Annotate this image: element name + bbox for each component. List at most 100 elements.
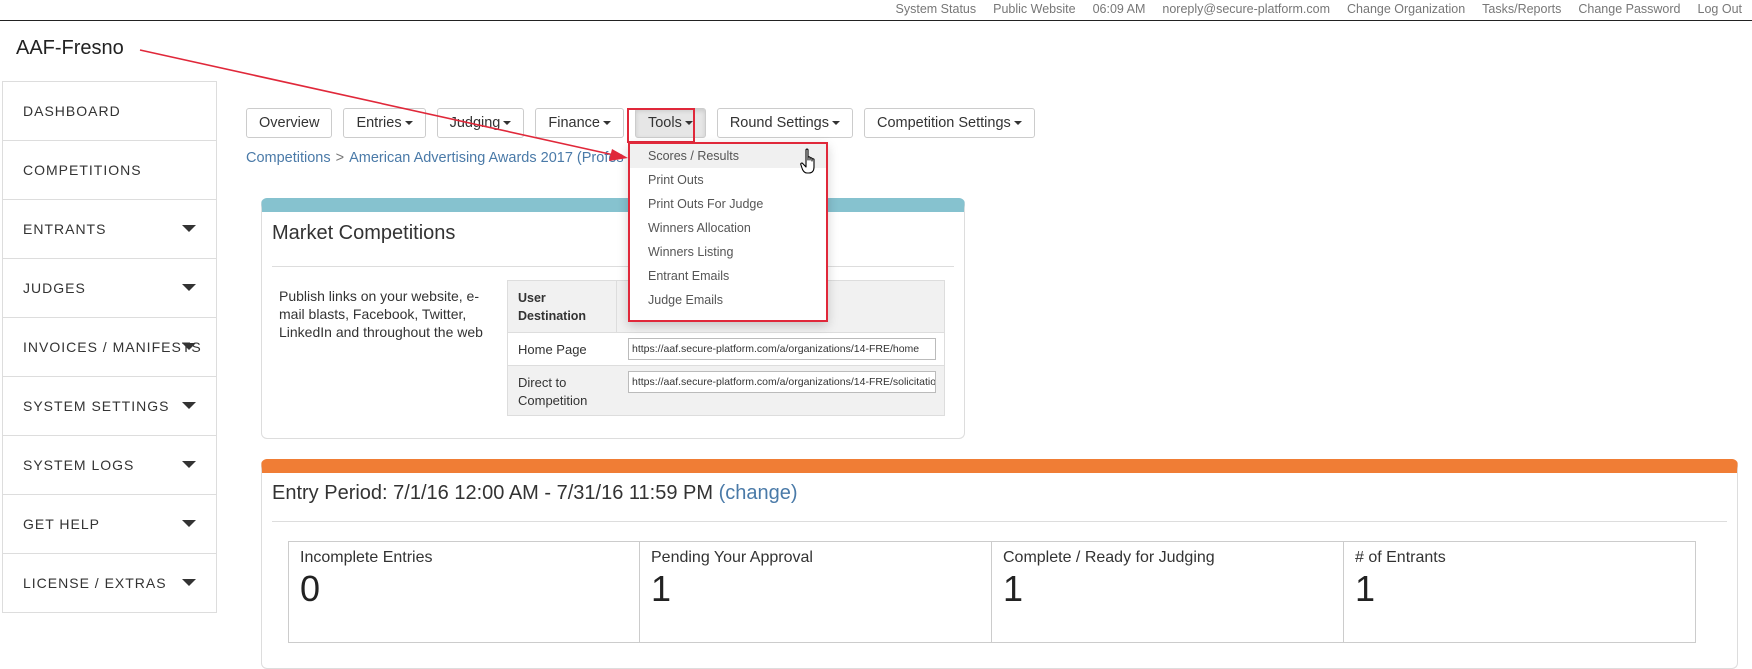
tab-label: Finance: [548, 115, 600, 131]
sidebar-item-competitions[interactable]: COMPETITIONS: [3, 141, 216, 200]
tab-label: Judging: [449, 115, 501, 131]
caret-down-icon: [182, 461, 196, 468]
caret-down-icon: [182, 225, 196, 232]
hand-cursor-icon: [800, 148, 815, 174]
menu-item-judge-emails[interactable]: Judge Emails: [630, 288, 826, 312]
entry-period-title: Entry Period: 7/1/16 12:00 AM - 7/31/16 …: [272, 482, 798, 505]
sidebar-item-license-extras[interactable]: LICENSE / EXTRAS: [3, 554, 216, 612]
breadcrumb: Competitions > American Advertising Awards…: [246, 150, 624, 166]
stat-number-of-entrants[interactable]: # of Entrants 1: [1344, 541, 1696, 643]
market-description: Publish links on your website, e-mail bl…: [279, 288, 483, 340]
menu-item-winners-allocation[interactable]: Winners Allocation: [630, 216, 826, 240]
stat-complete-ready[interactable]: Complete / Ready for Judging 1: [992, 541, 1344, 643]
breadcrumb-root-link[interactable]: Competitions: [246, 150, 331, 166]
divider: [272, 266, 954, 267]
caret-down-icon: [503, 121, 512, 125]
sidebar-item-get-help[interactable]: GET HELP: [3, 495, 216, 554]
sidebar-item-system-logs[interactable]: SYSTEM LOGS: [3, 436, 216, 495]
sidebar-item-label: GET HELP: [23, 516, 100, 532]
caret-down-icon: [182, 284, 196, 291]
tab-tools[interactable]: Tools: [634, 108, 706, 138]
clock-text: 06:09 AM: [1092, 2, 1146, 16]
home-page-url-field[interactable]: https://aaf.secure-platform.com/a/organi…: [628, 338, 936, 360]
tab-round-settings[interactable]: Round Settings: [716, 108, 853, 138]
stat-label: Pending Your Approval: [651, 549, 813, 566]
stat-value: 0: [300, 568, 321, 609]
stat-incomplete-entries[interactable]: Incomplete Entries 0: [288, 541, 640, 643]
tab-entries[interactable]: Entries: [343, 108, 426, 138]
change-organization-link[interactable]: Change Organization: [1347, 2, 1465, 16]
menu-item-scores-results[interactable]: Scores / Results: [630, 144, 826, 168]
column-header-user-destination: User Destination: [518, 291, 587, 323]
change-entry-period-link[interactable]: (change): [719, 482, 798, 504]
market-title: Market Competitions: [272, 222, 456, 244]
sidebar-item-label: SYSTEM LOGS: [23, 457, 135, 473]
sidebar-item-label: JUDGES: [23, 280, 86, 296]
caret-down-icon: [602, 121, 611, 125]
row-label: Direct to Competition: [518, 375, 588, 408]
change-password-link[interactable]: Change Password: [1578, 2, 1680, 16]
competition-url-field[interactable]: https://aaf.secure-platform.com/a/organi…: [628, 371, 936, 393]
user-email-link[interactable]: noreply@secure-platform.com: [1162, 2, 1330, 16]
stat-label: Complete / Ready for Judging: [1003, 549, 1215, 566]
table-row: Home Page https://aaf.secure-platform.co…: [508, 333, 944, 366]
sidebar-item-dashboard[interactable]: DASHBOARD: [3, 82, 216, 141]
breadcrumb-separator: >: [335, 150, 345, 166]
sidebar-item-label: LICENSE / EXTRAS: [23, 575, 167, 591]
entry-stats: Incomplete Entries 0 Pending Your Approv…: [288, 541, 1696, 643]
tools-dropdown-menu: Scores / Results Print Outs Print Outs F…: [628, 142, 828, 322]
breadcrumb-current-link[interactable]: American Advertising Awards 2017 (Profes: [349, 150, 624, 166]
organization-title: AAF-Fresno: [16, 37, 124, 59]
sidebar: DASHBOARD COMPETITIONS ENTRANTS JUDGES I…: [2, 81, 217, 613]
public-website-link[interactable]: Public Website: [993, 2, 1075, 16]
system-status-link[interactable]: System Status: [896, 2, 977, 16]
tab-label: Tools: [647, 115, 682, 131]
top-bar: System Status Public Website 06:09 AM no…: [0, 0, 1752, 21]
tab-label: Competition Settings: [876, 115, 1011, 131]
caret-down-icon: [831, 121, 840, 125]
menu-item-winners-listing[interactable]: Winners Listing: [630, 240, 826, 264]
sidebar-item-label: INVOICES / MANIFESTS: [23, 339, 202, 355]
stat-value: 1: [1003, 568, 1024, 609]
sidebar-item-entrants[interactable]: ENTRANTS: [3, 200, 216, 259]
stat-label: # of Entrants: [1355, 549, 1446, 566]
row-label: Home Page: [518, 342, 587, 357]
sidebar-item-invoices-manifests[interactable]: INVOICES / MANIFESTS: [3, 318, 216, 377]
tab-label: Overview: [259, 115, 320, 131]
stat-value: 1: [651, 568, 672, 609]
divider: [272, 521, 1727, 522]
entry-period-text: Entry Period: 7/1/16 12:00 AM - 7/31/16 …: [272, 482, 714, 504]
sidebar-item-label: SYSTEM SETTINGS: [23, 398, 170, 414]
caret-down-icon: [1013, 121, 1022, 125]
sidebar-item-label: ENTRANTS: [23, 221, 107, 237]
tab-competition-settings[interactable]: Competition Settings: [863, 108, 1035, 138]
caret-down-icon: [404, 121, 413, 125]
stat-value: 1: [1355, 568, 1376, 609]
tab-label: Round Settings: [729, 115, 829, 131]
market-competitions-panel: Market Competitions Publish links on you…: [261, 198, 965, 439]
caret-down-icon: [182, 402, 196, 409]
sidebar-item-judges[interactable]: JUDGES: [3, 259, 216, 318]
stat-label: Incomplete Entries: [300, 549, 433, 566]
tab-judging[interactable]: Judging: [436, 108, 525, 138]
tab-finance[interactable]: Finance: [535, 108, 624, 138]
caret-down-icon: [182, 520, 196, 527]
menu-item-print-outs[interactable]: Print Outs: [630, 168, 826, 192]
caret-down-icon: [182, 579, 196, 586]
entry-period-panel: Entry Period: 7/1/16 12:00 AM - 7/31/16 …: [261, 459, 1738, 669]
divider: [616, 281, 617, 332]
tasks-reports-link[interactable]: Tasks/Reports: [1482, 2, 1561, 16]
log-out-link[interactable]: Log Out: [1698, 2, 1742, 16]
menu-item-entrant-emails[interactable]: Entrant Emails: [630, 264, 826, 288]
competition-tabs: Overview Entries Judging Finance Tools R…: [246, 108, 1046, 138]
tab-overview[interactable]: Overview: [246, 108, 333, 138]
top-links: System Status Public Website 06:09 AM no…: [896, 2, 1742, 16]
sidebar-item-label: DASHBOARD: [23, 103, 121, 119]
stat-pending-approval[interactable]: Pending Your Approval 1: [640, 541, 992, 643]
table-row: Direct to Competition https://aaf.secure…: [508, 366, 944, 414]
caret-down-icon: [182, 343, 196, 350]
tab-label: Entries: [356, 115, 402, 131]
sidebar-item-system-settings[interactable]: SYSTEM SETTINGS: [3, 377, 216, 436]
menu-item-print-outs-for-judge[interactable]: Print Outs For Judge: [630, 192, 826, 216]
caret-down-icon: [684, 121, 693, 125]
